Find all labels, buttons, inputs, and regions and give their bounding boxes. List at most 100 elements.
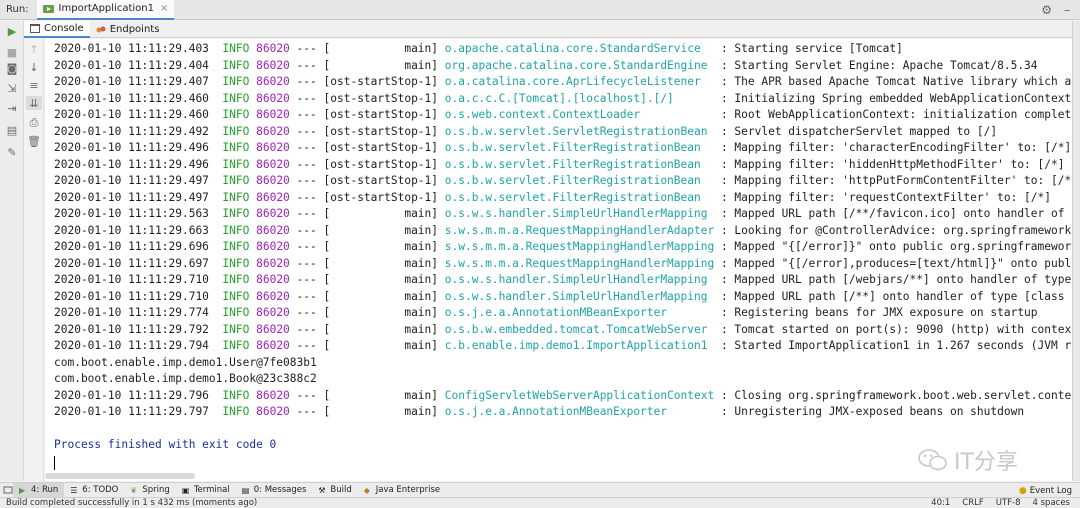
log-thread: [ost-startStop-1]	[323, 108, 439, 121]
tool-windows-quick-access-icon[interactable]	[3, 485, 13, 495]
stop-icon[interactable]: ■	[4, 45, 20, 59]
log-pid: 86020	[256, 157, 290, 171]
gear-icon[interactable]: ⚙	[1041, 3, 1052, 17]
log-thread: [ost-startStop-1]	[323, 157, 439, 171]
log-separator: ---	[296, 174, 317, 187]
layout-icon[interactable]: ▤	[4, 123, 20, 137]
tab-todo[interactable]: ☰ 6: TODO	[64, 483, 124, 498]
tab-messages[interactable]: ▤ 0: Messages	[236, 483, 313, 498]
log-timestamp: 2020-01-10 11:11:29.663	[54, 223, 209, 237]
console-icon	[30, 23, 40, 33]
log-separator: ---	[296, 405, 317, 418]
pin-icon[interactable]: ✎	[4, 145, 20, 159]
log-logger: o.s.j.e.a.AnnotationMBeanExporter	[444, 306, 715, 319]
console-plain-text: com.boot.enable.imp.demo1.Book@23c388c2	[54, 372, 317, 385]
tab-build[interactable]: ⚒ Build	[312, 483, 357, 498]
tab-java-enterprise[interactable]: ◆ Java Enterprise	[358, 483, 446, 498]
print-icon[interactable]: ⎙	[26, 116, 42, 130]
trash-icon[interactable]: 🗑	[26, 134, 42, 148]
log-separator: ---	[296, 141, 317, 154]
endpoints-icon	[96, 26, 106, 32]
soft-wrap-icon[interactable]: ≡	[26, 78, 42, 92]
spring-leaf-icon: ❦	[130, 486, 138, 495]
tab-spring-label: Spring	[142, 485, 170, 495]
tab-spring[interactable]: ❦ Spring	[124, 483, 175, 498]
log-timestamp: 2020-01-10 11:11:29.797	[54, 405, 209, 418]
console-line: 2020-01-10 11:11:29.796 INFO 86020 --- […	[54, 388, 1072, 404]
horizontal-scrollbar[interactable]	[45, 473, 195, 479]
log-message: : Mapped "{[/error]}" onto public org.sp…	[720, 240, 1072, 253]
log-message: : Mapping filter: 'hiddenHttpMethodFilte…	[720, 157, 1065, 171]
tab-endpoints-label: Endpoints	[109, 23, 160, 35]
log-thread: [ main]	[323, 322, 439, 336]
log-pid: 86020	[256, 42, 290, 55]
close-icon[interactable]: ×	[160, 3, 168, 14]
log-timestamp: 2020-01-10 11:11:29.497	[54, 190, 209, 204]
exit-icon[interactable]: ⇥	[4, 101, 20, 115]
log-message: : Started ImportApplication1 in 1.267 se…	[720, 339, 1072, 352]
log-separator: ---	[296, 339, 317, 352]
log-pid: 86020	[256, 223, 290, 237]
tab-console[interactable]: Console	[24, 20, 90, 38]
log-message: : Tomcat started on port(s): 9090 (http)…	[720, 322, 1072, 336]
log-timestamp: 2020-01-10 11:11:29.794	[54, 339, 209, 352]
console-plain-text: com.boot.enable.imp.demo1.User@7fe083b1	[54, 355, 317, 369]
rerun-icon[interactable]: ▶	[4, 24, 20, 38]
minimize-icon[interactable]: –	[1064, 3, 1070, 17]
down-arrow-icon[interactable]: ↓	[26, 60, 42, 74]
console-line: 2020-01-10 11:11:29.460 INFO 86020 --- […	[54, 91, 1071, 107]
camera-icon[interactable]: ◙	[4, 61, 20, 75]
log-pid: 86020	[256, 207, 290, 220]
log-pid: 86020	[256, 124, 290, 138]
log-message: : Unregistering JMX-exposed beans on shu…	[720, 405, 1025, 418]
log-timestamp: 2020-01-10 11:11:29.496	[54, 141, 209, 154]
event-log-icon: ●	[1018, 485, 1027, 496]
tool-window-bar: ▶ 4: Run ☰ 6: TODO ❦ Spring ▣ Terminal ▤…	[0, 482, 1080, 498]
log-separator: ---	[296, 207, 317, 220]
log-message: : Registering beans for JMX exposure on …	[720, 306, 1038, 319]
event-log-button[interactable]: ● Event Log	[1019, 483, 1072, 498]
run-config-tab-title: ImportApplication1	[58, 3, 154, 14]
run-config-tab[interactable]: ImportApplication1 ×	[36, 0, 175, 20]
line-separator[interactable]: CRLF	[962, 498, 983, 508]
log-separator: ---	[296, 388, 317, 402]
tab-terminal-label: Terminal	[193, 485, 230, 495]
log-thread: [ main]	[323, 388, 439, 402]
log-thread: [ main]	[323, 289, 439, 303]
run-icon: ▶	[19, 486, 26, 495]
console-line: 2020-01-10 11:11:29.404 INFO 86020 --- […	[54, 58, 1038, 74]
caret-position[interactable]: 40:1	[931, 498, 950, 508]
indent-setting[interactable]: 4 spaces	[1033, 498, 1070, 508]
log-pid: 86020	[256, 75, 290, 88]
log-logger: o.s.w.s.handler.SimpleUrlHandlerMapping	[444, 289, 715, 303]
log-logger: ConfigServletWebServerApplicationContext	[444, 388, 715, 402]
log-thread: [ost-startStop-1]	[323, 174, 439, 187]
file-encoding[interactable]: UTF-8	[996, 498, 1021, 508]
log-message: : Looking for @ControllerAdvice: org.spr…	[720, 223, 1072, 237]
log-thread: [ost-startStop-1]	[323, 124, 439, 138]
up-arrow-icon[interactable]: ↑	[26, 42, 42, 56]
log-level: INFO	[222, 388, 250, 402]
console-line: 2020-01-10 11:11:29.696 INFO 86020 --- […	[54, 239, 1072, 255]
application-icon	[42, 4, 54, 13]
console-line: 2020-01-10 11:11:29.497 INFO 86020 --- […	[54, 190, 1051, 206]
console-output[interactable]: 2020-01-10 11:11:29.403 INFO 86020 --- […	[45, 39, 1072, 481]
scroll-to-end-icon[interactable]: ⇊	[26, 96, 42, 110]
tab-endpoints[interactable]: Endpoints	[90, 21, 166, 38]
log-pid: 86020	[256, 289, 290, 303]
log-message: : Mapped "{[/error],produces=[text/html]…	[720, 256, 1072, 270]
log-timestamp: 2020-01-10 11:11:29.403	[54, 42, 209, 55]
log-message: : Starting service [Tomcat]	[720, 42, 903, 55]
java-enterprise-icon: ◆	[363, 486, 370, 495]
tab-run[interactable]: ▶ 4: Run	[13, 482, 65, 498]
log-logger: o.s.b.w.servlet.FilterRegistrationBean	[444, 174, 715, 187]
restore-layout-icon[interactable]: ⇲	[4, 81, 20, 95]
log-message: : Mapping filter: 'characterEncodingFilt…	[720, 141, 1072, 154]
tab-terminal[interactable]: ▣ Terminal	[176, 483, 236, 498]
tab-todo-label: 6: TODO	[82, 485, 119, 495]
log-logger: s.w.s.m.m.a.RequestMappingHandlerAdapter	[444, 223, 715, 237]
log-message: : Starting Servlet Engine: Apache Tomcat…	[720, 58, 1038, 72]
log-level: INFO	[222, 174, 250, 187]
log-level: INFO	[222, 207, 250, 220]
status-message: Build completed successfully in 1 s 432 …	[6, 498, 258, 508]
